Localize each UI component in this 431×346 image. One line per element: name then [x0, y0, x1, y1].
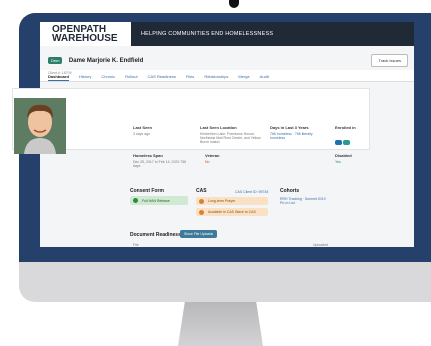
consent-status-text: Full HAN Release	[142, 198, 170, 203]
days-value[interactable]: 766 homeless · 766 literally homeless	[270, 132, 328, 140]
client-header: Dem Dame Marjorie K. Endfield Client #: …	[40, 46, 414, 75]
status-badge: Dem	[48, 57, 63, 65]
disabled-value: Yes	[335, 160, 341, 164]
client-avatar	[14, 98, 66, 154]
last-seen-field: Last Seen 3 days ago	[133, 125, 152, 136]
top-bar: OPENPATH WAREHOUSE HELPING COMMUNITIES E…	[40, 22, 414, 46]
enrolled-badge-so[interactable]	[343, 140, 350, 145]
consent-status-badge[interactable]: Full HAN Release	[130, 196, 188, 205]
show-file-uploads-button[interactable]: Show File Uploads	[180, 230, 218, 238]
cas-client-id[interactable]: CAS Client ID: 95745	[235, 190, 268, 194]
cas-heading: CAS	[196, 188, 207, 194]
last-seen-label: Last Seen	[133, 125, 152, 130]
tab-files[interactable]: Files	[186, 74, 194, 81]
desktop-stage: OPENPATH WAREHOUSE HELPING COMMUNITIES E…	[0, 0, 431, 346]
tab-dashboard[interactable]: Dashboard	[48, 74, 69, 81]
monitor-chin	[19, 262, 431, 302]
disabled-field: Disabled Yes	[335, 153, 352, 164]
tab-rollout[interactable]: Rollout	[125, 74, 137, 81]
uploaded-column-header: Uploaded	[313, 243, 328, 247]
cas-item-2: Available in CAS Wave to CAS	[196, 208, 268, 216]
tagline: HELPING COMMUNITIES END HOMELESSNESS	[141, 31, 274, 37]
tab-audit[interactable]: Audit	[260, 74, 269, 81]
track-issues-button[interactable]: Track Issues	[371, 54, 408, 67]
veteran-field: Veteran No	[205, 153, 219, 164]
webcam-icon	[229, 0, 239, 8]
last-seen-value: 3 days ago	[133, 132, 151, 136]
veteran-value: No	[205, 160, 210, 164]
enrolled-in-field: Enrolled in	[335, 125, 356, 150]
veteran-label: Veteran	[205, 153, 220, 158]
client-name: Dame Marjorie K. Endfield	[68, 57, 144, 64]
disabled-label: Disabled	[335, 153, 352, 158]
client-id: Client #: 18709	[48, 71, 72, 75]
tab-history[interactable]: History	[79, 74, 91, 81]
cas-item-2-text: Available in CAS Wave to CAS	[208, 210, 256, 214]
homeless-span-field: Homeless Span Dec 25, 2017 to Feb 14, 20…	[133, 153, 193, 168]
tab-chronic[interactable]: Chronic	[101, 74, 115, 81]
days-label: Days in Last 3 Years	[270, 125, 309, 130]
last-seen-location-value: Kimberlinn Lake, Freedoms House, Northea…	[200, 132, 261, 144]
clock-icon	[199, 198, 204, 204]
logo[interactable]: OPENPATH WAREHOUSE	[40, 22, 131, 46]
check-icon	[133, 198, 138, 203]
days-in-last-3-years-field: Days in Last 3 Years 766 homeless · 766 …	[270, 125, 328, 140]
last-seen-location-field: Last Seen Location Kimberlinn Lake, Free…	[200, 125, 262, 144]
tab-relationships[interactable]: Relationships	[204, 74, 228, 81]
homeless-span-label: Homeless Span	[133, 153, 163, 158]
cas-item-1: Long-term Prayer	[196, 197, 268, 205]
tab-merge[interactable]: Merge	[238, 74, 249, 81]
cohorts-heading: Cohorts	[280, 188, 300, 194]
file-column-header: File	[133, 243, 139, 247]
person-icon	[199, 209, 204, 215]
consent-form-heading: Consent Form	[130, 188, 164, 194]
enrolled-badge-es[interactable]	[335, 140, 342, 145]
document-readiness-heading: Document Readiness	[130, 232, 181, 238]
logo-line2: WAREHOUSE	[52, 33, 118, 44]
cohorts-value[interactable]: RRH Tracking · Summit 2019 Pri-m List	[280, 197, 328, 205]
last-seen-location-label: Last Seen Location	[200, 125, 237, 130]
tab-cas-readiness[interactable]: CAS Readiness	[148, 74, 176, 81]
homeless-span-value: Dec 25, 2017 to Feb 14, 2023 756 days	[133, 160, 187, 168]
enrolled-in-label: Enrolled in	[335, 125, 356, 130]
monitor-stand	[178, 302, 263, 346]
cas-item-1-text: Long-term Prayer	[208, 199, 236, 203]
